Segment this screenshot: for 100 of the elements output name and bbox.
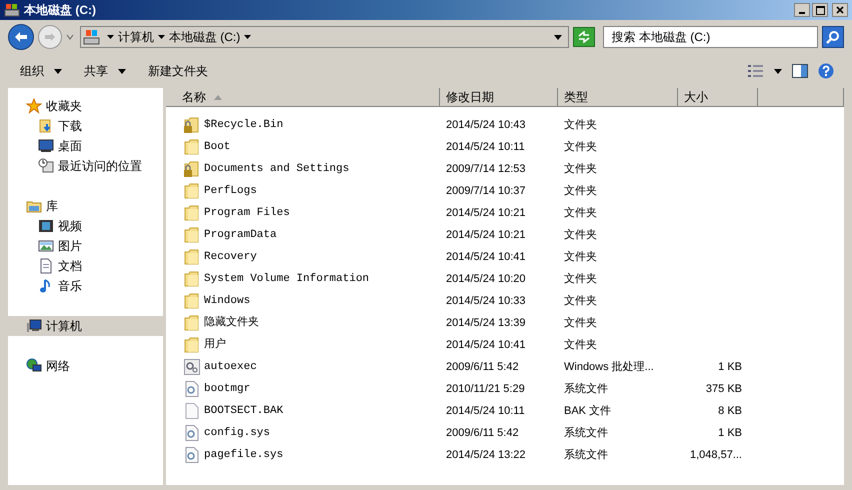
file-name[interactable]: autoexec (204, 358, 257, 376)
network-icon (26, 358, 42, 374)
date-cell: 2014/5/24 10:33 (446, 294, 526, 307)
type-cell: 文件夹 (564, 118, 597, 131)
file-name[interactable]: bootmgr (204, 380, 250, 398)
help-icon[interactable] (818, 63, 834, 79)
search-icon (826, 30, 840, 44)
file-name[interactable]: System Volume Information (204, 270, 370, 288)
close-button[interactable] (832, 3, 848, 17)
date-cell: 2014/5/24 10:20 (446, 272, 526, 285)
recent-icon (38, 158, 54, 174)
date-cell: 2014/5/24 10:11 (446, 140, 525, 153)
file-name[interactable]: BOOTSECT.BAK (204, 402, 284, 420)
folder-icon (184, 293, 200, 309)
type-cell: Windows 批处理... (564, 360, 654, 373)
star-icon (26, 98, 42, 114)
date-cell: 2014/5/24 10:41 (446, 338, 526, 351)
computer-icon (26, 318, 42, 334)
gear-file-icon (184, 359, 200, 375)
refresh-button[interactable] (572, 27, 595, 47)
file-name[interactable]: Boot (204, 138, 230, 156)
date-cell: 2010/11/21 5:29 (446, 382, 525, 395)
date-cell: 2014/5/24 10:21 (446, 206, 526, 219)
type-cell: 文件夹 (564, 184, 597, 197)
file-name[interactable]: Recovery (204, 248, 257, 266)
file-name[interactable]: Windows (204, 292, 250, 310)
column-header[interactable]: 修改日期 (440, 88, 558, 106)
breadcrumb-caret-icon[interactable] (158, 35, 165, 39)
forward-arrow-icon (44, 32, 56, 42)
doc-icon (38, 258, 54, 274)
type-cell: BAK 文件 (564, 404, 612, 417)
date-cell: 2014/5/24 10:41 (446, 250, 526, 263)
date-cell: 2009/6/11 5:42 (446, 426, 519, 439)
gear-file-icon (184, 447, 200, 463)
view-options-icon[interactable] (748, 65, 764, 77)
toolbar-button[interactable]: 新建文件夹 (140, 59, 216, 83)
folder-icon (184, 183, 200, 199)
file-name[interactable]: PerfLogs (204, 182, 257, 200)
gear-file-icon (184, 381, 200, 397)
breadcrumb-caret-icon[interactable] (106, 35, 114, 39)
type-cell: 文件夹 (564, 162, 597, 175)
file-name[interactable]: Documents and Settings (204, 160, 350, 178)
address-bar[interactable]: 计算机 本地磁盘 (C:) (80, 26, 569, 48)
file-name[interactable]: 用户 (204, 336, 226, 354)
type-cell: 文件夹 (564, 206, 597, 219)
search-button[interactable] (822, 26, 844, 48)
file-name[interactable]: Program Files (204, 204, 290, 222)
preview-pane-icon[interactable] (792, 64, 808, 78)
history-caret-icon[interactable] (66, 34, 74, 40)
back-arrow-icon (14, 31, 28, 43)
locked-folder-icon (184, 117, 200, 133)
window-title: 本地磁盘 (C:) (24, 2, 96, 19)
type-cell: 文件夹 (564, 140, 597, 153)
size-cell: 1 KB (718, 360, 742, 373)
folder-icon (184, 227, 200, 243)
drive-icon (82, 29, 101, 45)
folder-icon (184, 249, 200, 265)
type-cell: 文件夹 (564, 272, 597, 285)
gear-file-icon (184, 425, 200, 441)
image-icon (38, 238, 54, 254)
date-cell: 2009/6/11 5:42 (446, 360, 519, 373)
date-cell: 2009/7/14 12:53 (446, 162, 526, 175)
search-field[interactable]: 搜索 本地磁盘 (C:) (602, 26, 818, 48)
column-header[interactable]: 大小 (678, 88, 758, 106)
toolbar-button[interactable]: 组织 (12, 59, 70, 83)
type-cell: 文件夹 (564, 250, 597, 263)
maximize-button[interactable] (812, 3, 828, 17)
column-header[interactable]: 类型 (558, 88, 678, 106)
back-button[interactable] (8, 24, 34, 50)
size-cell: 1 KB (718, 426, 742, 439)
folder-icon (184, 205, 200, 221)
column-header[interactable]: 名称 (166, 88, 440, 106)
dropdown-caret-icon[interactable] (554, 34, 562, 40)
file-name[interactable]: ProgramData (204, 226, 277, 244)
close-icon (836, 6, 844, 14)
locked-folder-icon (184, 161, 200, 177)
breadcrumb-caret-icon[interactable] (244, 35, 252, 39)
navigation-item[interactable]: 计算机 (8, 316, 163, 336)
size-cell: 8 KB (718, 404, 742, 417)
date-cell: 2014/5/24 13:39 (446, 316, 526, 329)
file-name[interactable]: $Recycle.Bin (204, 116, 284, 134)
date-cell: 2014/5/24 10:11 (446, 404, 525, 417)
file-icon (184, 403, 200, 419)
breadcrumb[interactable]: 本地磁盘 (C:) (168, 28, 240, 46)
dropdown-caret-icon[interactable] (774, 68, 782, 74)
date-cell: 2009/7/14 10:37 (446, 184, 526, 197)
file-name[interactable]: pagefile.sys (204, 446, 284, 464)
file-name[interactable]: config.sys (204, 424, 270, 442)
maximize-icon (816, 6, 824, 14)
date-cell: 2014/5/24 10:43 (446, 118, 526, 131)
breadcrumb[interactable]: 计算机 (118, 28, 154, 46)
folder-icon (184, 337, 200, 353)
date-cell: 2014/5/24 10:21 (446, 228, 526, 241)
refresh-icon (576, 31, 591, 43)
toolbar-button[interactable]: 共享 (76, 59, 134, 83)
video-icon (38, 218, 54, 234)
file-name[interactable]: 隐藏文件夹 (204, 314, 259, 332)
type-cell: 文件夹 (564, 228, 597, 241)
minimize-button[interactable] (794, 3, 810, 17)
folder-icon (184, 139, 200, 155)
